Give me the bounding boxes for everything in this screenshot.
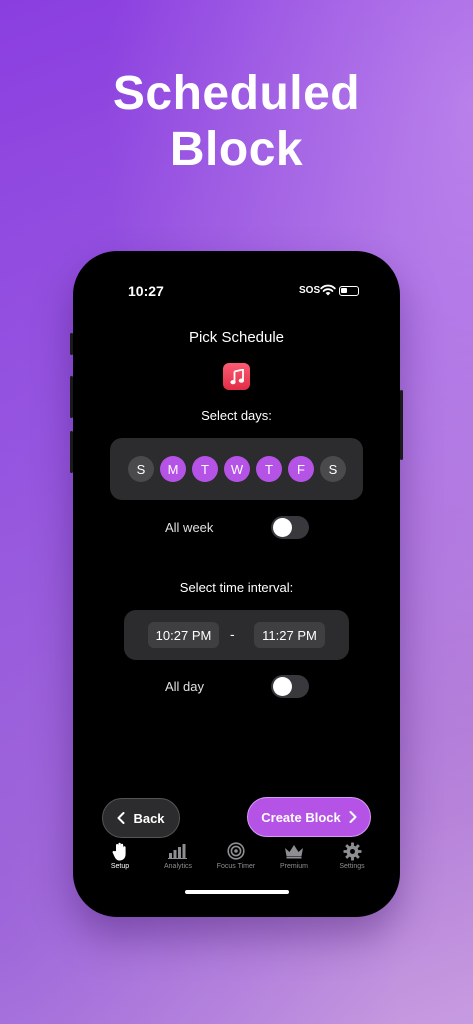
phone-volume-up xyxy=(70,376,73,418)
all-day-label: All day xyxy=(165,679,205,694)
day-picker: S M T W T F S xyxy=(110,438,363,500)
all-week-toggle[interactable] xyxy=(271,516,309,539)
day-friday[interactable]: F xyxy=(288,456,314,482)
all-day-toggle[interactable] xyxy=(271,675,309,698)
tab-settings[interactable]: Settings xyxy=(323,841,381,870)
tab-focus-timer[interactable]: Focus Timer xyxy=(207,841,265,870)
tab-analytics-label: Analytics xyxy=(163,863,192,870)
day-saturday[interactable]: S xyxy=(320,456,346,482)
status-time: 10:27 xyxy=(128,283,164,299)
target-icon xyxy=(227,842,245,860)
tab-premium[interactable]: Premium xyxy=(265,841,323,870)
time-interval-picker: 10:27 PM - 11:27 PM xyxy=(124,610,349,660)
select-time-label: Select time interval: xyxy=(179,580,294,595)
back-button[interactable]: Back xyxy=(102,798,180,838)
tab-settings-label: Settings xyxy=(339,863,365,870)
day-wednesday[interactable]: W xyxy=(224,456,250,482)
all-week-label: All week xyxy=(165,520,214,535)
phone-mute-switch xyxy=(70,333,73,355)
create-block-button[interactable]: Create Block xyxy=(247,797,371,837)
tab-premium-label: Premium xyxy=(279,863,308,870)
select-days-label: Select days: xyxy=(201,408,272,423)
tab-setup-label: Setup xyxy=(110,863,130,870)
tab-bar: Setup Analytics Focus Timer Premium Sett… xyxy=(73,841,400,877)
tab-setup[interactable]: Setup xyxy=(91,841,149,870)
battery-icon xyxy=(339,286,359,296)
chevron-left-icon xyxy=(117,812,125,824)
chevron-right-icon xyxy=(349,811,357,823)
end-time-button[interactable]: 11:27 PM xyxy=(254,622,325,648)
headline-line-1: Scheduled xyxy=(112,67,361,120)
all-day-row: All day xyxy=(73,675,400,699)
wifi-icon xyxy=(320,284,336,296)
home-indicator xyxy=(185,890,289,894)
toggle-knob xyxy=(273,518,292,537)
day-monday[interactable]: M xyxy=(160,456,186,482)
phone-frame: 10:27 SOS Pick Schedule Select days: S M… xyxy=(73,251,400,917)
hand-icon xyxy=(112,842,126,860)
day-thursday[interactable]: T xyxy=(256,456,282,482)
music-app-icon xyxy=(223,363,250,390)
bar-chart-icon xyxy=(168,844,187,859)
crown-icon xyxy=(285,845,303,859)
start-time-button[interactable]: 10:27 PM xyxy=(148,622,219,648)
headline-line-2: Block xyxy=(169,123,304,176)
music-note-icon xyxy=(229,368,244,384)
headline: Scheduled Block xyxy=(0,66,473,178)
day-tuesday[interactable]: T xyxy=(192,456,218,482)
phone-power-button xyxy=(400,390,403,460)
all-week-row: All week xyxy=(73,516,400,540)
time-separator: - xyxy=(230,626,235,642)
status-bar: 10:27 SOS xyxy=(73,283,400,303)
toggle-knob xyxy=(273,677,292,696)
back-button-label: Back xyxy=(133,810,165,826)
gear-icon xyxy=(342,841,362,861)
status-carrier: SOS xyxy=(299,285,321,296)
create-block-label: Create Block xyxy=(261,809,341,825)
page-title: Pick Schedule xyxy=(188,329,285,346)
day-sunday[interactable]: S xyxy=(128,456,154,482)
tab-focus-timer-label: Focus Timer xyxy=(216,863,256,870)
tab-analytics[interactable]: Analytics xyxy=(149,841,207,870)
phone-volume-down xyxy=(70,431,73,473)
